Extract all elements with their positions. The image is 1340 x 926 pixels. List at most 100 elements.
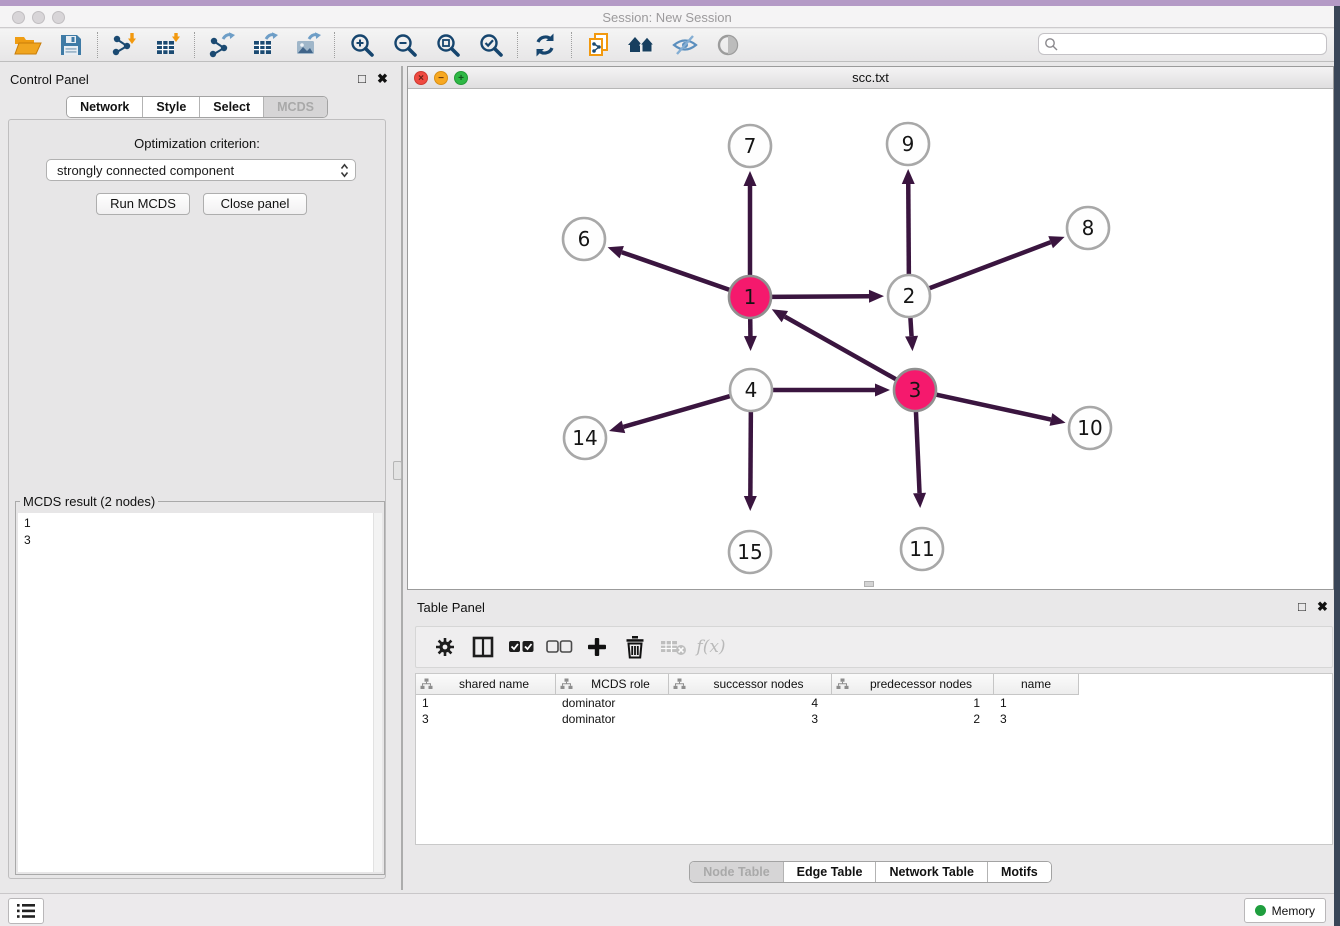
tab-network[interactable]: Network: [67, 97, 142, 117]
graph-edge-1-6[interactable]: [622, 252, 732, 291]
select-all-icon: [508, 639, 535, 655]
graph-edge-2-9[interactable]: [908, 184, 909, 277]
graph-edge-arrow-2-8: [1048, 236, 1064, 248]
column-label: predecessor nodes: [853, 677, 989, 691]
network-window-grip[interactable]: [864, 581, 874, 587]
table-panel-close-icon[interactable]: ✖: [1317, 600, 1328, 614]
tab-node-table[interactable]: Node Table: [690, 862, 782, 882]
hierarchy-icon: [560, 678, 577, 690]
tab-edge-table[interactable]: Edge Table: [783, 862, 876, 882]
control-panel-float-icon[interactable]: □: [358, 72, 366, 86]
toolbar-separator: [334, 32, 335, 58]
search-input[interactable]: [1059, 35, 1326, 53]
delete-button[interactable]: [616, 630, 654, 664]
graph-node-label-10: 10: [1077, 416, 1102, 440]
graph-edge-3-11[interactable]: [916, 409, 920, 493]
graph-node-label-11: 11: [909, 537, 934, 561]
graph-edge-arrow-4-15: [744, 496, 757, 511]
table-row[interactable]: 3dominator323: [416, 711, 1332, 727]
deselect-all-button[interactable]: [540, 630, 578, 664]
column-header-successor-nodes[interactable]: successor nodes: [669, 674, 832, 695]
tab-mcds[interactable]: MCDS: [263, 97, 327, 117]
refresh-button[interactable]: [523, 30, 566, 60]
column-label: successor nodes: [690, 677, 827, 691]
export-table-button[interactable]: [243, 30, 286, 60]
add-icon: [586, 636, 608, 658]
mcds-result-text[interactable]: 1 3: [24, 515, 370, 872]
zoom-out-button[interactable]: [383, 30, 426, 60]
graph-edge-3-10[interactable]: [934, 394, 1051, 419]
import-network-button[interactable]: [103, 30, 146, 60]
columns-icon: [472, 636, 494, 658]
home-button[interactable]: [620, 30, 663, 60]
network-canvas[interactable]: 7968124314101511: [408, 89, 1333, 590]
graph-edge-2-8[interactable]: [927, 242, 1051, 289]
hierarchy-icon: [420, 678, 437, 690]
zoom-fit-button[interactable]: [426, 30, 469, 60]
save-session-button[interactable]: [49, 30, 92, 60]
tab-group: NetworkStyleSelectMCDS: [66, 96, 328, 118]
memory-button[interactable]: Memory: [1244, 898, 1326, 923]
tab-network-table[interactable]: Network Table: [875, 862, 987, 882]
graph-node-label-4: 4: [745, 378, 758, 402]
zoom-in-button[interactable]: [340, 30, 383, 60]
table-row[interactable]: 1dominator411: [416, 695, 1332, 711]
graph-edge-1-2[interactable]: [769, 296, 869, 297]
open-session-button[interactable]: [6, 30, 49, 60]
tab-motifs[interactable]: Motifs: [987, 862, 1051, 882]
task-history-button[interactable]: [8, 898, 44, 924]
mcds-result-scrollbar[interactable]: [373, 513, 382, 872]
export-network-button[interactable]: [200, 30, 243, 60]
cell-successor-nodes[interactable]: 3: [669, 711, 832, 727]
graph-edge-arrow-1-6: [608, 246, 624, 258]
select-all-button[interactable]: [502, 630, 540, 664]
network-window-title: scc.txt: [408, 70, 1333, 85]
column-header-shared-name[interactable]: shared name: [416, 674, 556, 695]
cell-successor-nodes[interactable]: 4: [669, 695, 832, 711]
table-panel-float-icon[interactable]: □: [1298, 600, 1306, 614]
control-panel-close-icon[interactable]: ✖: [377, 72, 388, 86]
show-eye-button[interactable]: [706, 30, 749, 60]
cell-name[interactable]: 3: [994, 711, 1079, 727]
column-header-mcds-role[interactable]: MCDS role: [556, 674, 669, 695]
export-image-button[interactable]: [286, 30, 329, 60]
column-header-name[interactable]: name: [994, 674, 1079, 695]
column-label: shared name: [437, 677, 551, 691]
desktop-wallpaper-right: [1334, 6, 1340, 926]
graph-edge-4-14[interactable]: [623, 395, 732, 427]
run-mcds-button[interactable]: Run MCDS: [96, 193, 190, 215]
close-panel-button[interactable]: Close panel: [203, 193, 307, 215]
graph-node-label-2: 2: [903, 284, 916, 308]
graph-edge-3-1[interactable]: [785, 317, 899, 381]
columns-button[interactable]: [464, 630, 502, 664]
tab-group: Node TableEdge TableNetwork TableMotifs: [689, 861, 1052, 883]
cell-mcds-role[interactable]: dominator: [556, 711, 669, 727]
toolbar-separator: [517, 32, 518, 58]
graph-edge-4-15[interactable]: [750, 409, 751, 496]
import-table-button[interactable]: [146, 30, 189, 60]
add-button[interactable]: [578, 630, 616, 664]
duplicate-network-button[interactable]: [577, 30, 620, 60]
panel-splitter-grip[interactable]: [393, 461, 402, 480]
optimization-dropdown[interactable]: strongly connected component: [46, 159, 356, 181]
cell-shared-name[interactable]: 1: [416, 695, 556, 711]
delete-table-button: [654, 630, 692, 664]
hide-panels-icon: [672, 33, 698, 57]
zoom-selected-icon: [478, 32, 504, 58]
deselect-all-icon: [546, 639, 573, 655]
graph-edge-arrow-1-4: [744, 336, 757, 351]
graph-edge-arrow-3-11: [913, 493, 926, 508]
tab-select[interactable]: Select: [199, 97, 263, 117]
cell-name[interactable]: 1: [994, 695, 1079, 711]
tab-style[interactable]: Style: [142, 97, 199, 117]
home-icon: [627, 33, 657, 57]
cell-predecessor-nodes[interactable]: 1: [832, 695, 994, 711]
hide-panels-button[interactable]: [663, 30, 706, 60]
zoom-selected-button[interactable]: [469, 30, 512, 60]
column-label: MCDS role: [577, 677, 664, 691]
cell-predecessor-nodes[interactable]: 2: [832, 711, 994, 727]
cell-shared-name[interactable]: 3: [416, 711, 556, 727]
cell-mcds-role[interactable]: dominator: [556, 695, 669, 711]
gear-button[interactable]: [426, 630, 464, 664]
column-header-predecessor-nodes[interactable]: predecessor nodes: [832, 674, 994, 695]
